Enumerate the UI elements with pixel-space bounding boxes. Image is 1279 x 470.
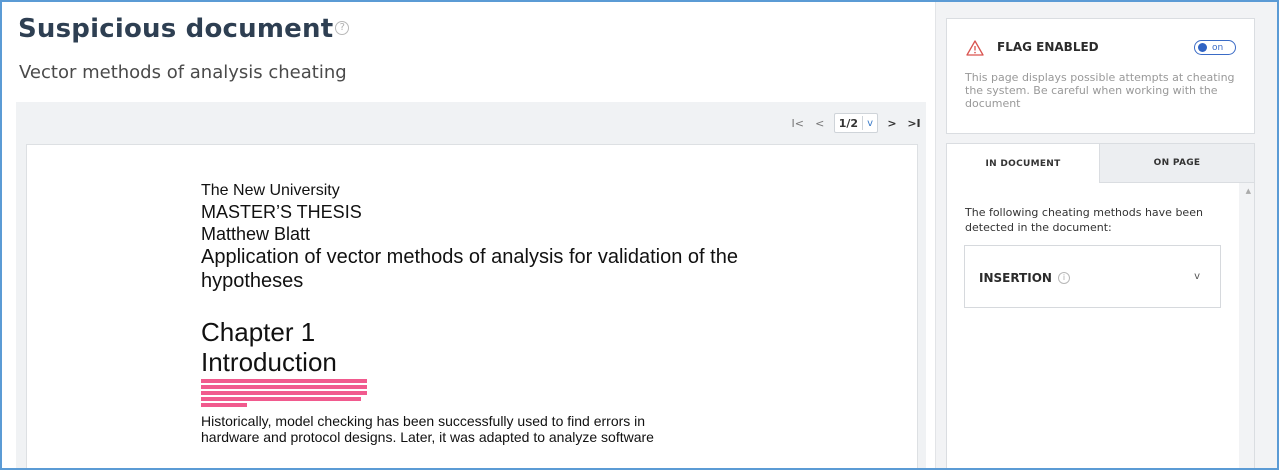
page-title: Suspicious document? [18,14,350,44]
side-panel: FLAG ENABLED on This page displays possi… [935,2,1277,468]
next-page-icon[interactable]: > [884,117,900,130]
pager: I< < 1/2 v > >I [790,112,922,134]
method-card-insertion[interactable]: INSERTION i v [964,245,1221,308]
scroll-up-icon[interactable]: ▲ [1246,187,1251,195]
insertion-highlight[interactable] [201,379,367,409]
method-name: INSERTION i [979,271,1070,285]
flag-title: FLAG ENABLED [997,40,1099,54]
document-page: The New University MASTER’S THESIS Matth… [26,144,918,468]
tab-panel: ▲ The following cheating methods have be… [946,183,1255,468]
flag-toggle[interactable]: on [1194,40,1236,55]
page-subtitle: Vector methods of analysis cheating [19,62,347,83]
flag-card: FLAG ENABLED on This page displays possi… [946,18,1255,134]
last-page-icon[interactable]: >I [906,117,922,130]
highlight-line [201,397,361,401]
tab-bar: IN DOCUMENT ON PAGE [946,143,1255,183]
highlight-line [201,391,367,395]
tab-on-page[interactable]: ON PAGE [1100,143,1255,183]
highlight-line [201,379,367,383]
doc-line-author: Matthew Blatt [201,224,311,244]
highlight-line [201,385,367,389]
flag-description: This page displays possible attempts at … [965,71,1235,110]
doc-body-line-1: Historically, model checking has been su… [201,413,646,429]
main-area: Suspicious document? Vector methods of a… [2,2,935,468]
toggle-knob [1198,43,1207,52]
chevron-down-icon: v [867,117,873,129]
doc-line-topic-2: hypotheses [201,270,304,292]
page-title-text: Suspicious document [18,14,334,44]
current-page: 1/2 [838,116,859,130]
highlight-line [201,403,247,407]
method-label: INSERTION [979,271,1052,285]
first-page-icon[interactable]: I< [790,117,806,130]
toggle-label: on [1212,42,1224,53]
prev-page-icon[interactable]: < [812,117,828,130]
info-icon[interactable]: i [1057,271,1070,284]
panel-intro: The following cheating methods have been… [965,206,1203,234]
page-select[interactable]: 1/2 v [833,113,878,133]
help-icon[interactable]: ? [335,20,350,35]
document-viewer: I< < 1/2 v > >I The New University MASTE… [16,102,926,468]
doc-section-heading: Introduction [201,347,337,377]
warning-icon [966,40,984,56]
chevron-down-icon: v [1194,271,1200,282]
app-window: Suspicious document? Vector methods of a… [0,0,1279,470]
doc-body-line-2: hardware and protocol designs. Later, it… [201,429,654,445]
tab-in-document[interactable]: IN DOCUMENT [946,143,1100,183]
doc-line-degree: MASTER’S THESIS [201,202,362,222]
doc-chapter-heading: Chapter 1 [201,317,316,347]
divider [862,116,864,130]
doc-line-university: The New University [201,182,340,199]
scrollbar[interactable]: ▲ [1239,183,1254,468]
document-content: The New University MASTER’S THESIS Matth… [201,181,738,445]
doc-line-topic-1: Application of vector methods of analysi… [201,246,738,268]
